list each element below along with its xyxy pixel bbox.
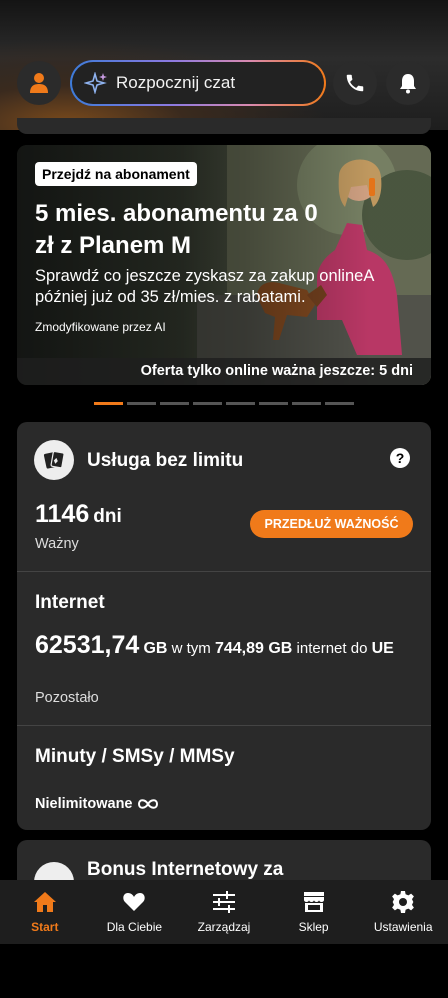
nav-shop[interactable]: Sklep <box>269 880 359 944</box>
carousel-dot[interactable] <box>94 402 123 405</box>
promo-banner[interactable]: Przejdź na abonament 5 mies. abonamentu … <box>17 145 431 385</box>
extend-validity-button[interactable]: PRZEDŁUŻ WAŻNOŚĆ <box>250 510 413 538</box>
internet-unit: GB <box>143 640 168 657</box>
bonus-title: Bonus Internetowy za <box>87 859 284 880</box>
nav-label: Sklep <box>298 920 329 934</box>
notifications-button[interactable] <box>386 61 430 105</box>
nav-start[interactable]: Start <box>0 880 90 944</box>
service-status: Ważny <box>35 536 79 552</box>
internet-amount: 62531,74 <box>35 631 140 659</box>
minutes-title: Minuty / SMSy / MMSy <box>35 746 235 767</box>
sliders-icon <box>212 891 235 913</box>
previous-card-edge <box>17 118 431 134</box>
carousel-dot[interactable] <box>259 402 288 405</box>
eu-label: UE <box>371 640 394 657</box>
user-icon <box>30 73 48 93</box>
carousel-dot[interactable] <box>193 402 222 405</box>
help-icon[interactable]: ? <box>390 448 410 468</box>
promo-headline: 5 mies. abonamentu za 0 zł z Planem M <box>35 200 318 259</box>
eu-amount: 744,89 GB <box>214 640 293 657</box>
internet-title: Internet <box>35 592 105 613</box>
internet-remaining: Pozostało <box>35 690 99 706</box>
bottom-navigation: Start Dla Ciebie Zarządzaj Sklep Ustawie… <box>0 880 448 944</box>
nav-label: Start <box>31 920 59 934</box>
heart-icon <box>123 893 146 911</box>
promo-badge: Przejdź na abonament <box>35 162 197 186</box>
service-title: Usługa bez limitu <box>87 450 244 471</box>
carousel-dot[interactable] <box>127 402 156 405</box>
service-avatar <box>34 440 74 480</box>
nav-label: Zarządzaj <box>197 920 251 934</box>
promo-subtitle: Sprawdź co jeszcze zyskasz za zakup onli… <box>35 267 374 306</box>
sparkle-icon <box>84 72 107 94</box>
profile-button[interactable] <box>17 61 61 105</box>
shop-icon <box>303 892 324 912</box>
divider <box>17 571 431 572</box>
nav-for-you[interactable]: Dla Ciebie <box>90 880 180 944</box>
days-value: 1146 <box>35 500 90 528</box>
home-icon <box>33 892 56 912</box>
carousel-indicator <box>94 402 354 405</box>
nav-label: Ustawienia <box>373 920 433 934</box>
service-card: Usługa bez limitu ? 1146 dni Ważny PRZEDŁ… <box>17 422 431 830</box>
start-chat-bar[interactable]: Rozpocznij czat <box>70 60 326 106</box>
nav-label: Dla Ciebie <box>106 920 163 934</box>
promo-validity: Oferta tylko online ważna jeszcze: 5 dni <box>17 358 431 385</box>
internet-data: 62531,74 GB w tym 744,89 GB internet do … <box>35 633 415 659</box>
minutes-value: Nielimitowane <box>35 796 159 812</box>
days-unit: dni <box>93 506 122 527</box>
phone-icon <box>346 74 364 92</box>
ai-note: Zmodyfikowane przez AI <box>35 320 166 334</box>
nav-manage[interactable]: Zarządzaj <box>179 880 269 944</box>
internet-in-text: w tym <box>171 640 211 657</box>
carousel-dot[interactable] <box>292 402 321 405</box>
unlimited-label: Nielimitowane <box>35 796 133 812</box>
bell-icon <box>400 74 416 94</box>
eu-text: internet do <box>296 640 368 657</box>
cards-icon <box>43 450 65 469</box>
infinity-icon <box>137 799 158 809</box>
gear-icon <box>392 891 415 913</box>
carousel-dot[interactable] <box>160 402 189 405</box>
divider <box>17 725 431 726</box>
days-remaining: 1146 dni <box>35 500 122 529</box>
chat-label: Rozpocznij czat <box>116 73 236 92</box>
carousel-dot[interactable] <box>226 402 255 405</box>
top-header: Rozpocznij czat <box>0 60 448 106</box>
carousel-dot[interactable] <box>325 402 354 405</box>
nav-settings[interactable]: Ustawienia <box>358 880 448 944</box>
call-button[interactable] <box>333 61 377 105</box>
